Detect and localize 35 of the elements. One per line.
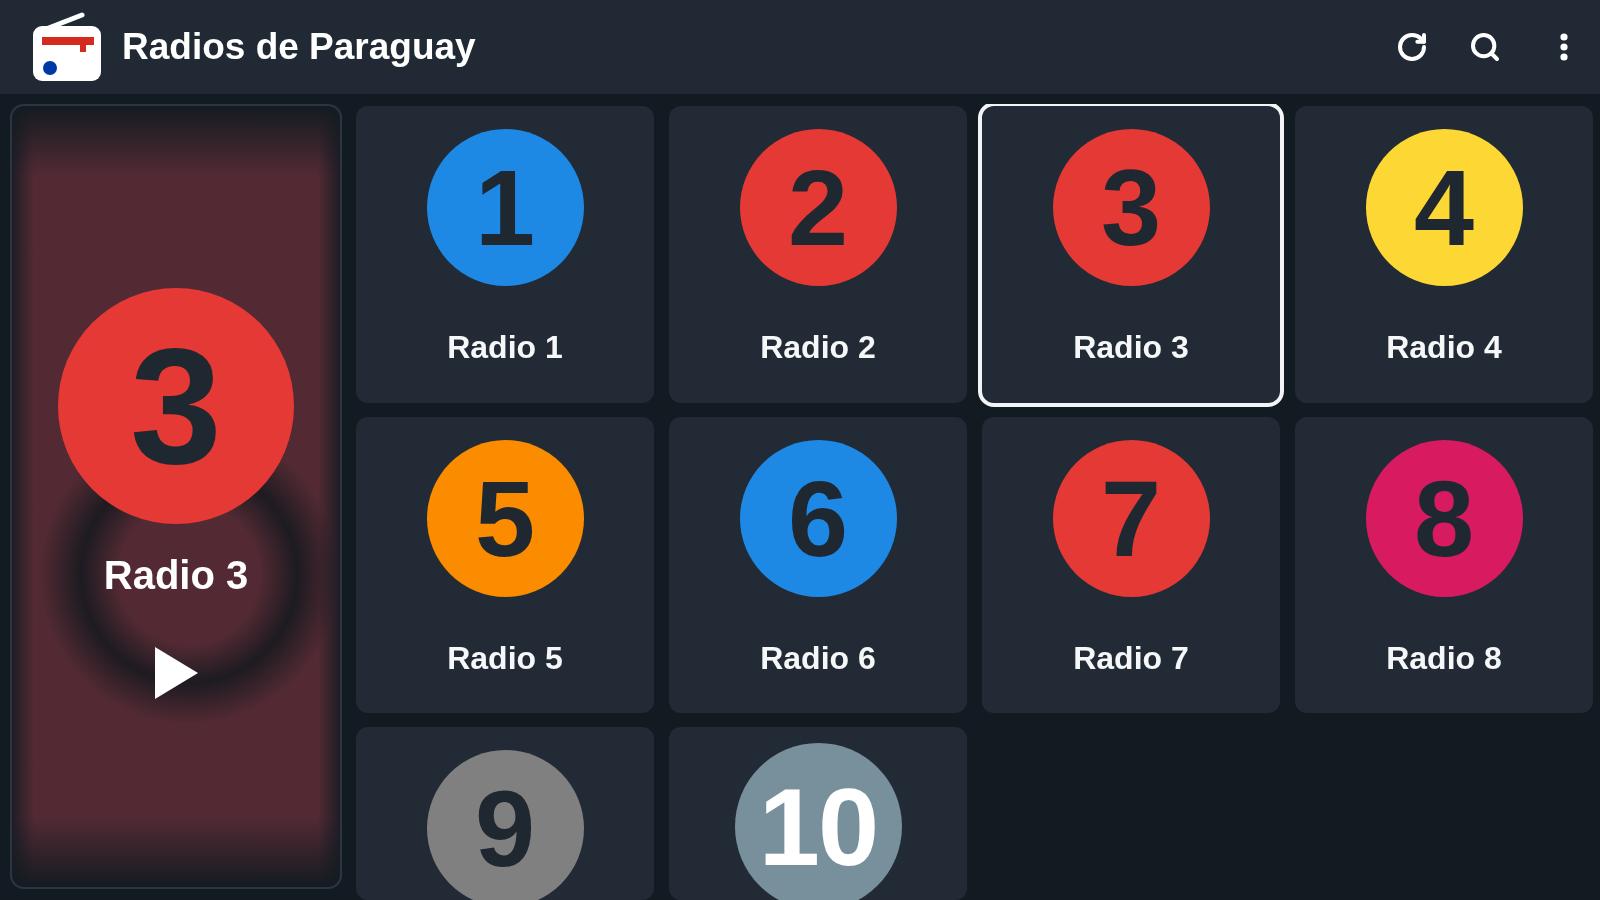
refresh-icon (1396, 31, 1428, 63)
station-tile[interactable]: 8 Radio 8 (1295, 417, 1593, 713)
station-logo: 6 (739, 440, 897, 597)
station-logo: 9 (426, 750, 584, 900)
station-name: Radio 3 (1073, 328, 1189, 366)
station-logo: 1 (426, 129, 584, 286)
station-logo: 10 (734, 743, 902, 900)
station-tile[interactable]: 5 Radio 5 (356, 417, 654, 713)
station-tile[interactable]: 6 Radio 6 (669, 417, 967, 713)
station-tile[interactable]: 1 Radio 1 (356, 106, 654, 403)
station-logo: 3 (1052, 129, 1210, 286)
station-logo: 5 (426, 440, 584, 597)
app-title: Radios de Paraguay (122, 25, 477, 69)
station-name: Radio 7 (1073, 639, 1189, 677)
radio-icon (32, 12, 102, 82)
station-tile[interactable]: 9 (356, 727, 654, 900)
station-logo: 4 (1365, 129, 1523, 286)
station-tile[interactable]: 4 Radio 4 (1295, 106, 1593, 403)
station-tile[interactable]: 2 Radio 2 (669, 106, 967, 403)
station-name: Radio 2 (760, 328, 876, 366)
now-playing-title: Radio 3 (103, 552, 249, 598)
station-logo: 2 (739, 129, 897, 286)
play-button[interactable] (154, 647, 198, 699)
search-icon (1469, 31, 1501, 63)
station-logo: 8 (1365, 440, 1523, 597)
station-name: Radio 8 (1386, 639, 1502, 677)
station-tile[interactable]: 7 Radio 7 (982, 417, 1280, 713)
station-name: Radio 1 (447, 328, 563, 366)
station-name: Radio 5 (447, 639, 563, 677)
more-options-icon (1560, 33, 1568, 61)
station-name: Radio 4 (1386, 328, 1502, 366)
now-playing-logo: 3 (58, 288, 294, 524)
play-icon (154, 647, 198, 699)
station-name: Radio 6 (760, 639, 876, 677)
station-logo: 7 (1052, 440, 1210, 597)
